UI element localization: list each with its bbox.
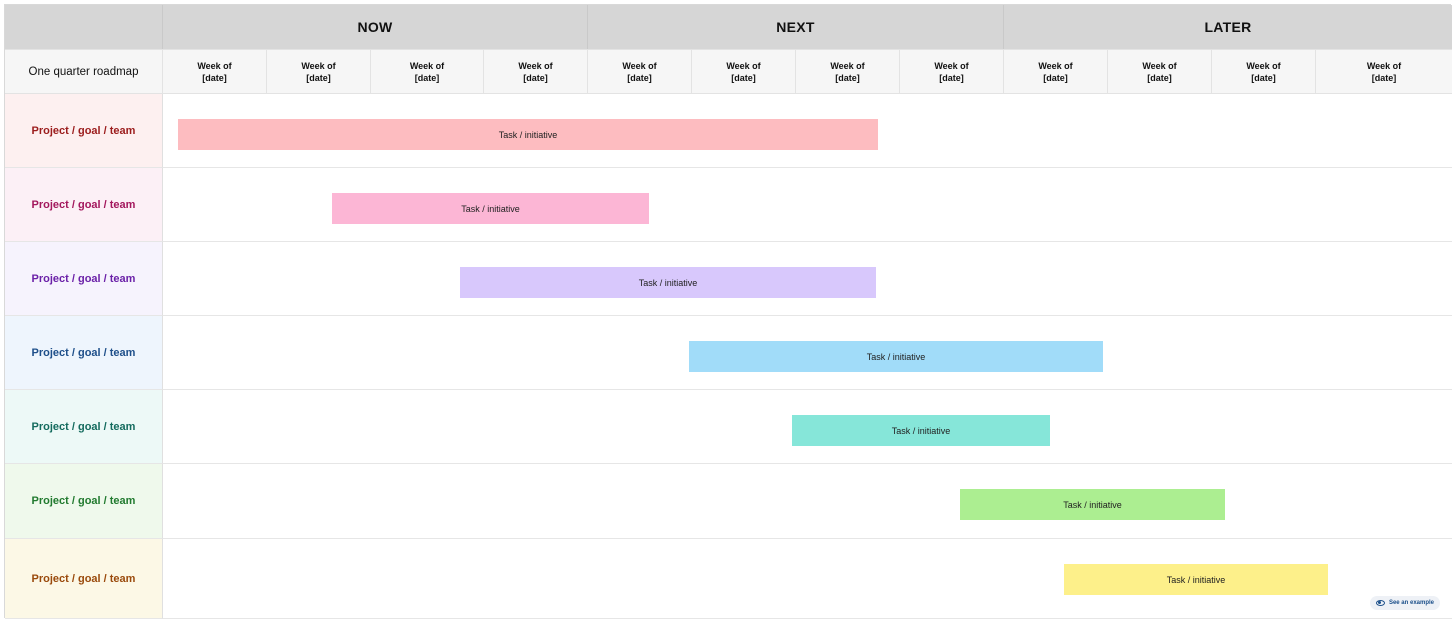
week-date: [date] (1043, 72, 1068, 83)
week-header-cell: Week of [date] (795, 49, 899, 94)
week-date: [date] (731, 72, 756, 83)
week-date: [date] (306, 72, 331, 83)
week-header-cell: Week of [date] (899, 49, 1003, 94)
task-bar[interactable]: Task / initiative (792, 415, 1050, 446)
week-header-cell: Week of [date] (1003, 49, 1107, 94)
task-bar[interactable]: Task / initiative (460, 267, 876, 298)
week-label: Week of (622, 60, 657, 71)
week-label: Week of (409, 60, 445, 71)
roadmap-title: One quarter roadmap (5, 49, 162, 94)
week-header-cell: Week of [date] (370, 49, 483, 94)
week-date: [date] (1147, 72, 1172, 83)
row-label: Project / goal / team (5, 539, 162, 619)
phase-header-now: NOW (162, 5, 587, 49)
week-date: [date] (627, 72, 652, 83)
row-label: Project / goal / team (5, 390, 162, 464)
week-date: [date] (523, 72, 548, 83)
row-label: Project / goal / team (5, 242, 162, 316)
week-header-cell: Week of [date] (1315, 49, 1452, 94)
week-label: Week of (830, 60, 865, 71)
week-label: Week of (1142, 60, 1177, 71)
task-bar[interactable]: Task / initiative (332, 193, 649, 224)
roadmap-board: One quarter roadmap NOW NEXT LATER Week of… (4, 4, 1452, 619)
week-label: Week of (726, 60, 761, 71)
week-header-cell: Week of [date] (483, 49, 587, 94)
week-header-cell: Week of [date] (162, 49, 266, 94)
week-header-cell: Week of [date] (691, 49, 795, 94)
row-label: Project / goal / team (5, 464, 162, 539)
week-label: Week of (1246, 60, 1281, 71)
eye-icon (1375, 600, 1385, 606)
week-date: [date] (414, 72, 440, 83)
row-timeline (162, 464, 1452, 539)
task-bar[interactable]: Task / initiative (1064, 564, 1328, 595)
task-bar[interactable]: Task / initiative (178, 119, 878, 150)
task-bar[interactable]: Task / initiative (689, 341, 1103, 372)
week-label: Week of (197, 60, 232, 71)
week-label: Week of (301, 60, 336, 71)
week-date: [date] (1251, 72, 1276, 83)
week-header-cell: Week of [date] (1211, 49, 1315, 94)
phase-header-next: NEXT (587, 5, 1003, 49)
week-date: [date] (1371, 72, 1397, 83)
week-header-cell: Week of [date] (587, 49, 691, 94)
see-example-button[interactable]: See an example (1369, 596, 1440, 610)
week-header-cell: Week of [date] (1107, 49, 1211, 94)
phase-header-later: LATER (1003, 5, 1452, 49)
week-date: [date] (835, 72, 860, 83)
row-label: Project / goal / team (5, 168, 162, 242)
task-bar[interactable]: Task / initiative (960, 489, 1225, 520)
see-example-label: See an example (1388, 600, 1434, 606)
week-date: [date] (202, 72, 227, 83)
week-label: Week of (518, 60, 553, 71)
corner-header (5, 5, 162, 49)
week-label: Week of (934, 60, 969, 71)
week-label: Week of (1366, 60, 1402, 71)
row-label: Project / goal / team (5, 316, 162, 390)
week-label: Week of (1038, 60, 1073, 71)
week-header-cell: Week of [date] (266, 49, 370, 94)
row-label: Project / goal / team (5, 94, 162, 168)
week-date: [date] (939, 72, 964, 83)
